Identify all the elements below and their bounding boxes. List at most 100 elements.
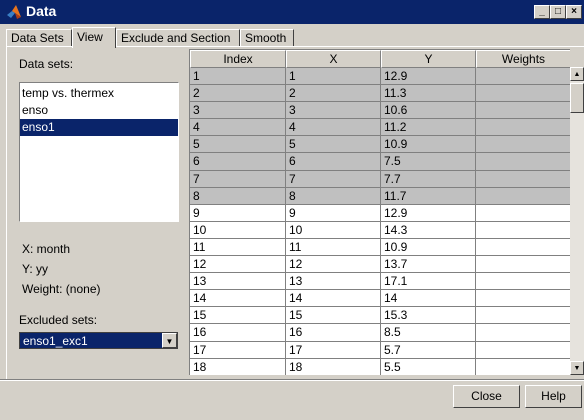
scroll-up-arrow-icon[interactable]: ▲	[570, 67, 584, 81]
column-header-weights[interactable]: Weights	[476, 50, 570, 68]
table-cell-y[interactable]: 11.3	[381, 85, 476, 103]
table-cell-w[interactable]	[476, 170, 570, 188]
table-cell-y[interactable]: 5.5	[381, 358, 476, 375]
table-row[interactable]: 6 6 7.5	[190, 153, 570, 171]
table-cell-y[interactable]: 10.9	[381, 238, 476, 257]
table-row[interactable]: 12 12 13.7	[190, 256, 570, 274]
table-cell-w[interactable]	[476, 153, 570, 171]
table-cell-x[interactable]: 10	[286, 221, 381, 239]
table-cell-w[interactable]	[476, 324, 570, 342]
table-cell-x[interactable]: 8	[286, 187, 381, 205]
table-cell-x[interactable]: 9	[286, 204, 381, 222]
table-cell-y[interactable]: 15.3	[381, 307, 476, 325]
help-button[interactable]: Help	[525, 385, 582, 408]
table-cell-index[interactable]: 3	[190, 102, 286, 120]
table-row[interactable]: 3 3 10.6	[190, 102, 570, 120]
table-row[interactable]: 8 8 11.7	[190, 187, 570, 205]
table-cell-x[interactable]: 13	[286, 273, 381, 291]
table-cell-w[interactable]	[476, 85, 570, 103]
tab-view[interactable]: View	[72, 27, 116, 48]
table-cell-x[interactable]: 16	[286, 324, 381, 342]
table-cell-y[interactable]: 7.7	[381, 170, 476, 188]
table-row[interactable]: 1 1 12.9	[190, 68, 570, 86]
table-row[interactable]: 5 5 10.9	[190, 136, 570, 154]
column-header-x[interactable]: X	[286, 50, 381, 68]
table-cell-index[interactable]: 16	[190, 324, 286, 342]
table-cell-y[interactable]: 7.5	[381, 153, 476, 171]
table-row[interactable]: 18 18 5.5	[190, 358, 570, 375]
table-cell-index[interactable]: 2	[190, 85, 286, 103]
table-cell-y[interactable]: 17.1	[381, 273, 476, 291]
table-cell-x[interactable]: 1	[286, 68, 381, 86]
table-row[interactable]: 4 4 11.2	[190, 119, 570, 137]
table-cell-y[interactable]: 11.2	[381, 119, 476, 137]
table-cell-x[interactable]: 14	[286, 290, 381, 308]
table-cell-w[interactable]	[476, 221, 570, 239]
table-cell-index[interactable]: 17	[190, 341, 286, 359]
close-window-button[interactable]: ×	[566, 5, 582, 19]
table-row[interactable]: 15 15 15.3	[190, 307, 570, 325]
table-cell-index[interactable]: 10	[190, 221, 286, 239]
table-cell-y[interactable]: 14.3	[381, 221, 476, 239]
tab-exclude-and-section[interactable]: Exclude and Section	[116, 29, 240, 47]
table-cell-w[interactable]	[476, 341, 570, 359]
table-row[interactable]: 17 17 5.7	[190, 341, 570, 359]
table-row[interactable]: 2 2 11.3	[190, 85, 570, 103]
table-cell-y[interactable]: 8.5	[381, 324, 476, 342]
table-cell-x[interactable]: 3	[286, 102, 381, 120]
list-item[interactable]: temp vs. thermex	[20, 85, 178, 102]
table-cell-x[interactable]: 18	[286, 358, 381, 375]
column-header-index[interactable]: Index	[190, 50, 286, 68]
table-cell-w[interactable]	[476, 358, 570, 375]
table-cell-x[interactable]: 11	[286, 238, 381, 257]
table-cell-x[interactable]: 7	[286, 170, 381, 188]
table-cell-w[interactable]	[476, 187, 570, 205]
table-cell-y[interactable]: 13.7	[381, 256, 476, 274]
table-cell-index[interactable]: 11	[190, 238, 286, 257]
dropdown-arrow-icon[interactable]: ▼	[162, 333, 177, 348]
list-item[interactable]: enso	[20, 102, 178, 119]
table-cell-index[interactable]: 6	[190, 153, 286, 171]
table-cell-index[interactable]: 9	[190, 204, 286, 222]
table-cell-index[interactable]: 4	[190, 119, 286, 137]
table-cell-index[interactable]: 1	[190, 68, 286, 86]
table-cell-x[interactable]: 17	[286, 341, 381, 359]
table-cell-y[interactable]: 11.7	[381, 187, 476, 205]
table-row[interactable]: 11 11 10.9	[190, 238, 570, 257]
table-cell-index[interactable]: 18	[190, 358, 286, 375]
table-cell-index[interactable]: 12	[190, 256, 286, 274]
table-cell-x[interactable]: 15	[286, 307, 381, 325]
table-vertical-scrollbar[interactable]: ▲ ▼	[570, 67, 584, 375]
table-cell-x[interactable]: 4	[286, 119, 381, 137]
tab-smooth[interactable]: Smooth	[240, 29, 294, 47]
table-cell-w[interactable]	[476, 102, 570, 120]
close-button[interactable]: Close	[453, 385, 520, 408]
table-cell-y[interactable]: 10.6	[381, 102, 476, 120]
table-row[interactable]: 10 10 14.3	[190, 221, 570, 239]
table-cell-w[interactable]	[476, 238, 570, 257]
table-cell-index[interactable]: 8	[190, 187, 286, 205]
table-cell-w[interactable]	[476, 290, 570, 308]
table-cell-y[interactable]: 10.9	[381, 136, 476, 154]
table-row[interactable]: 7 7 7.7	[190, 170, 570, 188]
table-cell-w[interactable]	[476, 307, 570, 325]
minimize-button[interactable]: _	[534, 5, 550, 19]
data-sets-listbox[interactable]: temp vs. thermex enso enso1	[19, 82, 179, 222]
scroll-thumb[interactable]	[570, 83, 584, 113]
table-cell-index[interactable]: 5	[190, 136, 286, 154]
tab-data-sets[interactable]: Data Sets	[6, 29, 72, 47]
table-cell-y[interactable]: 12.9	[381, 68, 476, 86]
table-row[interactable]: 13 13 17.1	[190, 273, 570, 291]
table-cell-y[interactable]: 12.9	[381, 204, 476, 222]
table-cell-y[interactable]: 5.7	[381, 341, 476, 359]
table-cell-w[interactable]	[476, 68, 570, 86]
scroll-down-arrow-icon[interactable]: ▼	[570, 361, 584, 375]
maximize-button[interactable]: □	[550, 5, 566, 19]
table-row[interactable]: 9 9 12.9	[190, 204, 570, 222]
excluded-sets-dropdown[interactable]: enso1_exc1 ▼	[19, 332, 178, 349]
table-cell-index[interactable]: 15	[190, 307, 286, 325]
table-cell-x[interactable]: 2	[286, 85, 381, 103]
table-cell-w[interactable]	[476, 273, 570, 291]
table-cell-index[interactable]: 14	[190, 290, 286, 308]
table-cell-x[interactable]: 5	[286, 136, 381, 154]
